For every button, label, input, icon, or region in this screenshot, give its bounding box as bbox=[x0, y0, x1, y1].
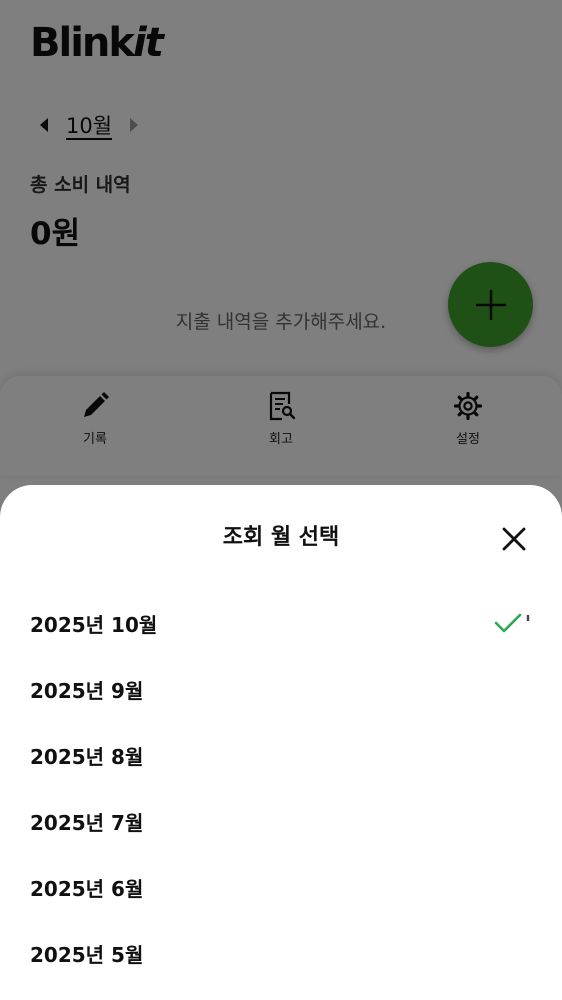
month-option-2025-06[interactable]: 2025년 6월 bbox=[0, 854, 562, 920]
month-option-2025-05[interactable]: 2025년 5월 bbox=[0, 920, 562, 986]
sheet-title: 조회 월 선택 bbox=[222, 525, 340, 550]
month-picker-screen: Blinkit 10월 총 소비 내역 0원 지출 내역을 추가해주세요. 기록 bbox=[0, 0, 562, 1000]
month-select-sheet: 조회 월 선택 2025년 10월 2025년 9월 2025년 8월 2025… bbox=[0, 485, 562, 1000]
month-option-2025-10[interactable]: 2025년 10월 bbox=[0, 590, 562, 656]
month-option-label: 2025년 8월 bbox=[30, 744, 144, 769]
check-icon bbox=[494, 613, 530, 633]
month-option-list: 2025년 10월 2025년 9월 2025년 8월 2025년 7월 202… bbox=[0, 590, 562, 986]
month-option-label: 2025년 9월 bbox=[30, 678, 144, 703]
month-option-label: 2025년 7월 bbox=[30, 810, 144, 835]
month-option-2025-07[interactable]: 2025년 7월 bbox=[0, 788, 562, 854]
month-option-label: 2025년 5월 bbox=[30, 942, 144, 967]
close-icon bbox=[502, 527, 526, 551]
month-option-label: 2025년 10월 bbox=[30, 612, 158, 637]
month-option-label: 2025년 6월 bbox=[30, 876, 144, 901]
month-option-2025-08[interactable]: 2025년 8월 bbox=[0, 722, 562, 788]
month-option-2025-09[interactable]: 2025년 9월 bbox=[0, 656, 562, 722]
close-button[interactable] bbox=[496, 521, 532, 557]
